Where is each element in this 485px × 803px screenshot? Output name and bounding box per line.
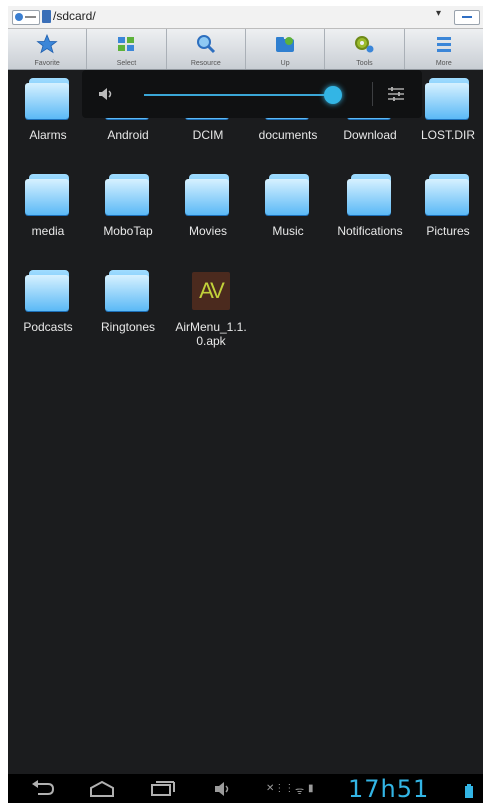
home-icon (15, 13, 23, 21)
folder-icon (185, 174, 231, 216)
file-name: Podcasts (23, 320, 73, 334)
home-nav-icon[interactable] (88, 780, 116, 798)
file-name: MoboTap (103, 224, 153, 238)
file-name: Music (272, 224, 304, 238)
home-bar (25, 16, 36, 18)
battery-icon (465, 784, 473, 798)
file-name: Notifications (337, 224, 403, 238)
volume-slider-thumb[interactable] (324, 86, 342, 104)
path-bar: /sdcard/ ▾ (8, 6, 483, 29)
star-icon (36, 34, 58, 54)
up-label: Up (280, 60, 290, 67)
file-item-music[interactable]: Music (252, 174, 324, 238)
volume-popup (82, 70, 422, 118)
wifi-icon: ᯤ (295, 786, 305, 797)
file-name: Download (343, 128, 397, 142)
file-name: DCIM (192, 128, 224, 142)
dropdown-icon[interactable]: ▾ (436, 8, 441, 19)
select-icon (118, 37, 135, 51)
folder-icon (105, 174, 151, 216)
file-item-alarms[interactable]: Alarms (8, 78, 88, 142)
folder-icon (105, 270, 151, 312)
back-icon[interactable] (30, 780, 56, 798)
file-name: AirMenu_1.1.0.apk (175, 320, 247, 348)
file-item-ringtones[interactable]: Ringtones (92, 270, 164, 334)
speaker-icon[interactable] (98, 87, 114, 101)
folder-icon (425, 78, 471, 120)
favorite-label: Favorite (34, 60, 60, 67)
tools-label: Tools (356, 60, 373, 67)
minimize-button[interactable] (454, 10, 480, 25)
file-item-mobotap[interactable]: MoboTap (88, 174, 168, 238)
select-label: Select (116, 60, 137, 67)
toolbar: Favorite Select Resource Up Tools More (8, 29, 483, 70)
file-item-lost-dir[interactable]: LOST.DIR (416, 78, 480, 142)
up-button[interactable]: Up (246, 29, 326, 69)
volume-divider (372, 82, 373, 106)
screen: /sdcard/ ▾ Favorite Select Resource Up T… (8, 6, 483, 803)
file-name: Pictures (426, 224, 470, 238)
file-name: Ringtones (100, 320, 156, 334)
file-name: documents (258, 128, 318, 142)
signal-icon: ▮ (308, 783, 314, 794)
file-item-podcasts[interactable]: Podcasts (8, 270, 88, 334)
tools-icon (355, 36, 374, 53)
recent-apps-icon[interactable] (150, 780, 176, 798)
more-label: More (435, 60, 452, 67)
up-folder-icon (276, 37, 295, 52)
file-name: Movies (188, 224, 227, 238)
volume-settings-icon[interactable] (387, 86, 405, 102)
favorite-button[interactable]: Favorite (8, 29, 88, 69)
apk-icon: AV (192, 272, 230, 310)
resource-label: Resource (190, 60, 221, 67)
file-item-media[interactable]: media (8, 174, 88, 238)
clock[interactable]: 17h51 (348, 775, 429, 803)
file-name: media (31, 224, 65, 238)
notification-icons[interactable]: ✕⋮⋮ (266, 783, 294, 794)
sdcard-icon (42, 10, 51, 23)
menu-icon (436, 37, 451, 52)
folder-icon (425, 174, 471, 216)
resource-button[interactable]: Resource (167, 29, 246, 69)
volume-icon[interactable] (214, 780, 232, 798)
volume-slider-track[interactable] (144, 94, 336, 96)
folder-icon (25, 174, 71, 216)
file-item-movies[interactable]: Movies (168, 174, 248, 238)
more-button[interactable]: More (405, 29, 483, 69)
folder-icon (347, 174, 393, 216)
file-name: Alarms (29, 128, 67, 142)
search-icon (196, 35, 215, 54)
tools-button[interactable]: Tools (325, 29, 405, 69)
select-button[interactable]: Select (87, 29, 167, 69)
file-item-notifications[interactable]: Notifications (336, 174, 404, 238)
file-item-pictures[interactable]: Pictures (414, 174, 482, 238)
file-name: Android (107, 128, 149, 142)
folder-icon (265, 174, 311, 216)
folder-icon (25, 78, 71, 120)
current-path[interactable]: /sdcard/ (53, 9, 96, 23)
file-item-airmenu-apk[interactable]: AV AirMenu_1.1.0.apk (174, 272, 248, 348)
folder-icon (25, 270, 71, 312)
navigation-bar: ✕⋮⋮ ᯤ ▮ 17h51 (8, 774, 483, 803)
home-button[interactable] (12, 10, 40, 25)
file-name: LOST.DIR (420, 128, 475, 142)
